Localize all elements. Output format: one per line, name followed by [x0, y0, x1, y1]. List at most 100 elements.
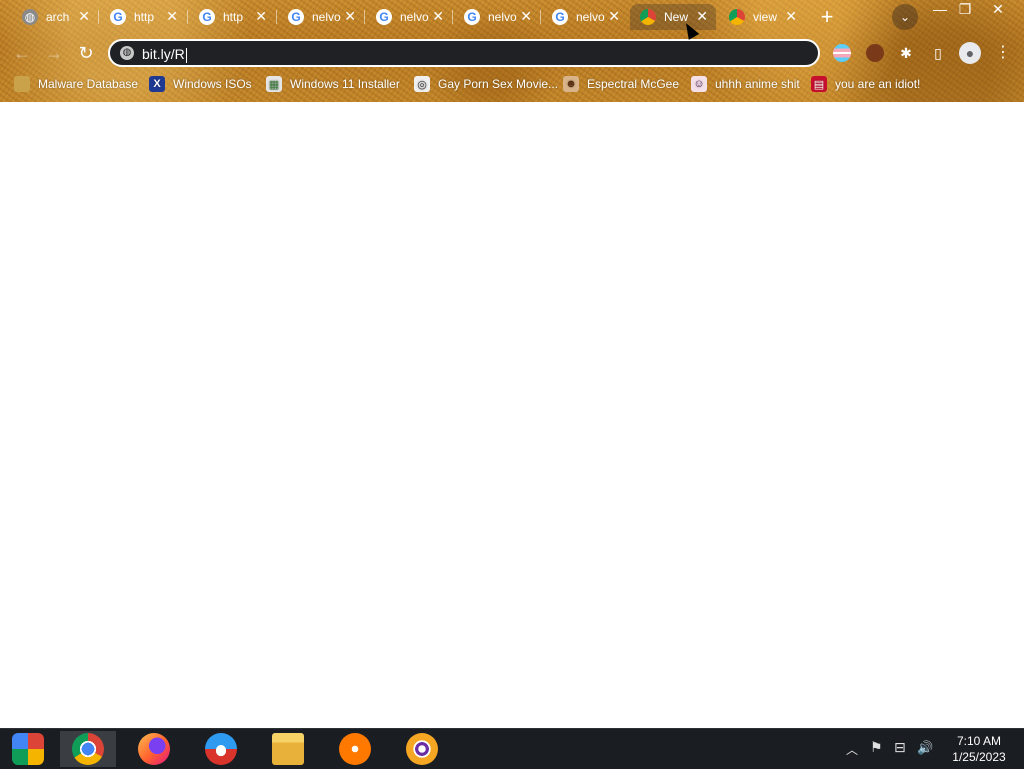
bookmark-label: you are an idiot!	[835, 77, 921, 91]
bookmarks-bar: Malware Database X Windows ISOs ▦ Window…	[0, 74, 1024, 94]
tab-title: http	[223, 10, 244, 24]
start-button[interactable]	[0, 731, 56, 767]
google-icon	[110, 9, 126, 25]
profile-avatar-icon[interactable]: ●	[959, 42, 981, 64]
close-icon[interactable]: ✕	[166, 9, 178, 23]
tray-chevron-icon[interactable]: ︿	[846, 741, 858, 758]
close-icon[interactable]: ✕	[520, 9, 532, 23]
back-button[interactable]: ←	[10, 41, 34, 65]
disc-icon: ◎	[414, 76, 430, 92]
extensions-puzzle-icon[interactable]: ✱	[897, 44, 915, 62]
bookmark-label: Gay Porn Sex Movie...	[438, 77, 559, 91]
bookmark-label: Windows 11 Installer	[290, 77, 400, 91]
anime-icon: ☺	[691, 76, 707, 92]
taskbar-firefox[interactable]	[126, 731, 182, 767]
tab-nelvo-4[interactable]: nelvo ✕	[542, 4, 628, 30]
tab-arch[interactable]: arch ✕	[12, 4, 98, 30]
bookmark-label: Windows ISOs	[173, 77, 252, 91]
chrome-icon	[640, 9, 656, 25]
restore-button[interactable]: ❐	[955, 1, 975, 17]
tab-separator	[540, 10, 541, 24]
google-icon	[552, 9, 568, 25]
bookmark-malware-database[interactable]: Malware Database	[14, 74, 138, 94]
tab-strip: arch ✕ http ✕ http ✕ nelvo ✕ nelvo ✕	[0, 0, 1024, 34]
close-icon[interactable]: ✕	[785, 9, 797, 23]
address-bar[interactable]: ◍ bit.ly/R	[108, 39, 820, 67]
menu-kebab-icon[interactable]: ⋮	[994, 44, 1012, 62]
bookmark-anime[interactable]: ☺ uhhh anime shit	[691, 74, 800, 94]
tab-title: nelvo	[488, 10, 517, 24]
tab-nelvo-1[interactable]: nelvo ✕	[278, 4, 364, 30]
close-icon[interactable]: ✕	[432, 9, 444, 23]
close-icon[interactable]: ✕	[696, 9, 708, 23]
site-info-icon[interactable]: ◍	[120, 46, 134, 60]
new-tab-button[interactable]: +	[815, 6, 839, 28]
tab-separator	[98, 10, 99, 24]
tab-title: nelvo	[400, 10, 429, 24]
window-close-button[interactable]: ✕	[987, 1, 1009, 17]
tab-view[interactable]: view ✕	[719, 4, 805, 30]
clock-date: 1/25/2023	[952, 750, 1006, 764]
character-icon: ☻	[563, 76, 579, 92]
volume-icon[interactable]: 🔊	[917, 740, 933, 756]
action-center-flag-icon[interactable]: ⚑	[870, 739, 883, 756]
tab-title: view	[753, 10, 778, 24]
chrome-icon	[72, 733, 104, 765]
taskbar: ︿ ⚑ ⊟ 🔊 7:10 AM 1/25/2023	[0, 728, 1024, 769]
address-bar-text[interactable]: bit.ly/R	[142, 45, 187, 63]
taskbar-chrome[interactable]	[60, 731, 116, 767]
tab-search-button[interactable]: ⌄	[892, 4, 918, 30]
reload-button[interactable]: ↻	[74, 41, 98, 65]
taskbar-internet-explorer[interactable]	[193, 731, 249, 767]
network-icon[interactable]: ⊟	[894, 739, 906, 756]
tab-separator	[452, 10, 453, 24]
tab-nelvo-2[interactable]: nelvo ✕	[366, 4, 452, 30]
extension-flag-icon[interactable]	[833, 44, 851, 62]
taskbar-avast[interactable]	[327, 731, 383, 767]
tab-title: http	[134, 10, 155, 24]
tab-separator	[364, 10, 365, 24]
tab-separator	[187, 10, 188, 24]
google-icon	[464, 9, 480, 25]
tab-separator	[276, 10, 277, 24]
google-icon	[376, 9, 392, 25]
folder-icon	[272, 733, 304, 765]
close-icon[interactable]: ✕	[255, 9, 267, 23]
world-icon	[22, 9, 38, 25]
close-icon[interactable]: ✕	[78, 9, 90, 23]
tab-title: arch	[46, 10, 70, 24]
chromium-os-icon	[12, 733, 44, 765]
system-clock[interactable]: 7:10 AM 1/25/2023	[944, 733, 1014, 765]
taskbar-tor[interactable]	[394, 731, 450, 767]
image-icon: ▦	[266, 76, 282, 92]
bookmark-windows-isos[interactable]: X Windows ISOs	[149, 74, 252, 94]
google-icon	[288, 9, 304, 25]
flag-icon: ▤	[811, 76, 827, 92]
clock-time: 7:10 AM	[956, 734, 1002, 748]
tab-http-2[interactable]: http ✕	[189, 4, 275, 30]
forward-button[interactable]: →	[42, 41, 66, 65]
folder-icon	[14, 76, 30, 92]
minimize-button[interactable]: —	[930, 1, 950, 17]
bookmark-windows-11-installer[interactable]: ▦ Windows 11 Installer	[266, 74, 400, 94]
opera-ie-icon	[205, 733, 237, 765]
close-icon[interactable]: ✕	[608, 9, 620, 23]
avast-icon	[339, 733, 371, 765]
tab-title: nelvo	[312, 10, 341, 24]
tab-title: nelvo	[576, 10, 605, 24]
extension-avatar-icon[interactable]	[866, 44, 884, 62]
text-caret	[185, 47, 187, 63]
bookmark-label: Malware Database	[38, 77, 139, 91]
browser-chrome: arch ✕ http ✕ http ✕ nelvo ✕ nelvo ✕	[0, 0, 1024, 102]
tab-http-1[interactable]: http ✕	[100, 4, 186, 30]
tab-new-active[interactable]: New ✕	[630, 4, 716, 30]
bookmark-movie-site[interactable]: ◎ Gay Porn Sex Movie...	[414, 74, 558, 94]
page-content[interactable]	[0, 102, 1024, 728]
x-logo-icon: X	[149, 76, 165, 92]
bookmark-espectral-mcgee[interactable]: ☻ Espectral McGee	[563, 74, 679, 94]
taskbar-file-explorer[interactable]	[260, 731, 316, 767]
tab-nelvo-3[interactable]: nelvo ✕	[454, 4, 540, 30]
side-panel-icon[interactable]: ▯	[929, 44, 947, 62]
close-icon[interactable]: ✕	[344, 9, 356, 23]
bookmark-you-are-an-idiot[interactable]: ▤ you are an idiot!	[811, 74, 920, 94]
